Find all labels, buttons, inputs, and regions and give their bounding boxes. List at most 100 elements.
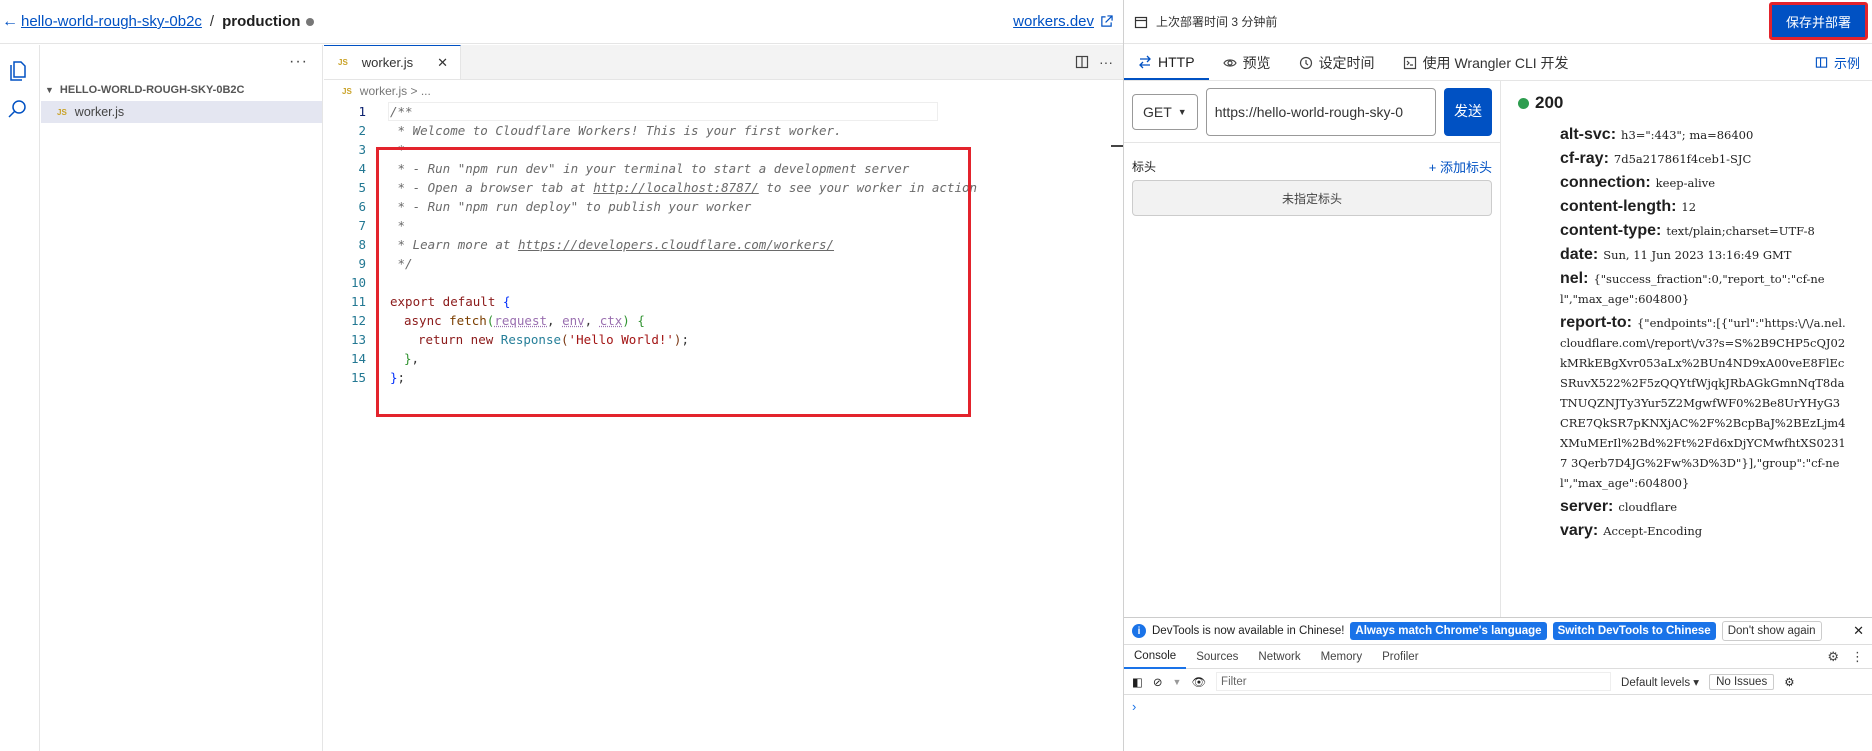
examples-link[interactable]: 示例 (1815, 45, 1872, 80)
worker-name[interactable]: hello-world-rough-sky-0b2c (21, 13, 202, 30)
kebab-menu-icon[interactable]: ⋮ (1851, 649, 1864, 665)
tab-preview[interactable]: 预览 (1209, 45, 1285, 80)
workers-dev-link[interactable]: workers.dev (1013, 13, 1113, 30)
tab-schedule-label[interactable]: 设定时间 (1319, 53, 1375, 73)
tab-console[interactable]: Console (1124, 645, 1187, 669)
chevron-down-icon: ▼ (45, 85, 54, 95)
code-line[interactable]: 2 * Welcome to Cloudflare Workers! This … (324, 121, 1123, 140)
caret-down-icon: ▼ (1177, 106, 1187, 117)
terminal-icon (1403, 56, 1416, 69)
tab-schedule[interactable]: 设定时间 (1285, 45, 1389, 80)
always-match-language-button[interactable]: Always match Chrome's language (1350, 622, 1547, 640)
breadcrumb-path[interactable]: worker.js > ... (360, 84, 431, 98)
header-value: 12 (1681, 200, 1697, 214)
context-dropdown-icon[interactable]: ▼ (1173, 677, 1182, 687)
header-value: {"endpoints":[{"url":"https:\/\/a.nel.cl… (1560, 316, 1846, 490)
response-header-row: content-type: text/plain;charset=UTF-8 (1502, 221, 1872, 241)
line-number: 7 (358, 218, 366, 233)
tab-sources[interactable]: Sources (1186, 645, 1248, 669)
no-headers-box: 未指定标头 (1132, 180, 1492, 216)
swap-arrows-icon (1139, 55, 1151, 68)
explorer-panel: ··· ▼ HELLO-WORLD-ROUGH-SKY-0B2C JS work… (41, 45, 323, 751)
line-number: 15 (350, 370, 366, 385)
response-headers: alt-svc: h3=":443"; ma=86400 cf-ray: 7d5a21… (1502, 125, 1872, 541)
banner-text: DevTools is now available in Chinese! (1152, 625, 1345, 637)
current-line-highlight (388, 102, 938, 121)
tab-worker-js[interactable]: JS worker.js ✕ (324, 45, 461, 79)
preview-tabs: HTTP 预览 设定时间 使用 Wrangler CLI 开发 示例 (1124, 45, 1872, 81)
header-value: h3=":443"; ma=86400 (1621, 128, 1754, 142)
overview-ruler-mark (1111, 145, 1123, 147)
editor-more-icon[interactable]: ··· (1099, 54, 1113, 70)
status-ok-icon (1518, 97, 1529, 109)
settings-gear-icon[interactable]: ⚙ (1827, 649, 1839, 665)
tab-network[interactable]: Network (1248, 645, 1310, 669)
tab-wrangler[interactable]: 使用 Wrangler CLI 开发 (1389, 45, 1583, 80)
line-number: 9 (358, 256, 366, 271)
close-tab-icon[interactable]: ✕ (437, 55, 448, 71)
clear-console-icon[interactable]: ⊘ (1153, 675, 1163, 689)
sidebar-toggle-icon[interactable]: ◧ (1132, 675, 1143, 689)
send-button[interactable]: 发送 (1444, 87, 1492, 136)
line-number: 3 (358, 142, 366, 157)
explorer-header: ··· (41, 45, 322, 79)
eye-icon (1222, 58, 1237, 67)
response-header-row: connection: keep-alive (1502, 173, 1872, 193)
line-number: 14 (350, 351, 366, 366)
split-editor-icon[interactable] (1075, 55, 1089, 69)
search-icon[interactable] (6, 97, 30, 121)
dont-show-again-button[interactable]: Don't show again (1721, 621, 1822, 641)
header-key: content-type: (1560, 222, 1662, 239)
tab-http[interactable]: HTTP (1124, 45, 1209, 80)
tab-memory[interactable]: Memory (1311, 645, 1373, 669)
tab-preview-label[interactable]: 预览 (1243, 53, 1271, 73)
activity-bar (0, 45, 40, 751)
folder-name[interactable]: HELLO-WORLD-ROUGH-SKY-0B2C (60, 84, 245, 96)
method-value[interactable]: GET (1143, 104, 1172, 120)
breadcrumb-separator: / (209, 13, 215, 30)
live-expression-eye-icon[interactable]: 👁 (1191, 675, 1206, 689)
files-icon[interactable] (6, 59, 30, 83)
add-header-button[interactable]: + 添加标头 (1429, 157, 1492, 176)
response-header-row: date: Sun, 11 Jun 2023 13:16:49 GMT (1502, 245, 1872, 265)
switch-to-chinese-button[interactable]: Switch DevTools to Chinese (1552, 622, 1716, 640)
header-key: alt-svc: (1560, 126, 1617, 143)
tab-http-label[interactable]: HTTP (1158, 54, 1195, 70)
line-number: 1 (358, 104, 366, 119)
book-icon (1815, 57, 1828, 68)
console-filter-input[interactable]: Filter (1216, 672, 1612, 691)
console-settings-gear-icon[interactable]: ⚙ (1784, 675, 1794, 689)
url-input[interactable]: https://hello-world-rough-sky-0 (1205, 87, 1436, 136)
examples-label[interactable]: 示例 (1834, 53, 1860, 72)
header-key: connection: (1560, 174, 1651, 191)
file-breadcrumb[interactable]: JS worker.js > ... (324, 80, 1123, 102)
file-row-worker-js[interactable]: JS worker.js (41, 101, 322, 123)
method-select[interactable]: GET ▼ (1132, 93, 1198, 130)
line-number: 11 (350, 294, 366, 309)
header-value: {"success_fraction":0,"report_to":"cf-ne… (1560, 272, 1825, 306)
tab-label[interactable]: worker.js (362, 55, 413, 70)
workers-dev-label[interactable]: workers.dev (1013, 13, 1094, 30)
devtools-panel: i DevTools is now available in Chinese! … (1124, 617, 1872, 751)
code-editor: JS worker.js ✕ ··· JS worker.js > ... 1/… (324, 45, 1123, 751)
log-levels-select[interactable]: Default levels ▾ (1621, 675, 1699, 689)
close-banner-icon[interactable]: ✕ (1853, 623, 1872, 639)
header-key: report-to: (1560, 314, 1632, 331)
response-pane: 200 alt-svc: h3=":443"; ma=86400 cf-ray: 7d… (1502, 81, 1872, 617)
file-name[interactable]: worker.js (75, 105, 124, 119)
folder-row[interactable]: ▼ HELLO-WORLD-ROUGH-SKY-0B2C (41, 79, 322, 101)
tab-wrangler-label[interactable]: 使用 Wrangler CLI 开发 (1423, 53, 1569, 73)
devtools-tabs: Console Sources Network Memory Profiler … (1124, 645, 1872, 669)
back-link[interactable]: ← hello-world-rough-sky-0b2c (0, 13, 202, 31)
back-arrow-icon: ← (2, 12, 18, 30)
line-number: 6 (358, 199, 366, 214)
line-number: 13 (350, 332, 366, 347)
deploy-bar: 上次部署时间 3 分钟前 保存并部署 (1124, 0, 1872, 44)
issues-button[interactable]: No Issues (1709, 673, 1775, 690)
tab-profiler[interactable]: Profiler (1372, 645, 1428, 669)
console-prompt[interactable]: › (1124, 695, 1872, 718)
header-value: cloudflare (1618, 500, 1678, 514)
explorer-more-icon[interactable]: ··· (289, 53, 308, 71)
highlight-box (376, 147, 971, 417)
save-and-deploy-button[interactable]: 保存并部署 (1768, 2, 1868, 40)
